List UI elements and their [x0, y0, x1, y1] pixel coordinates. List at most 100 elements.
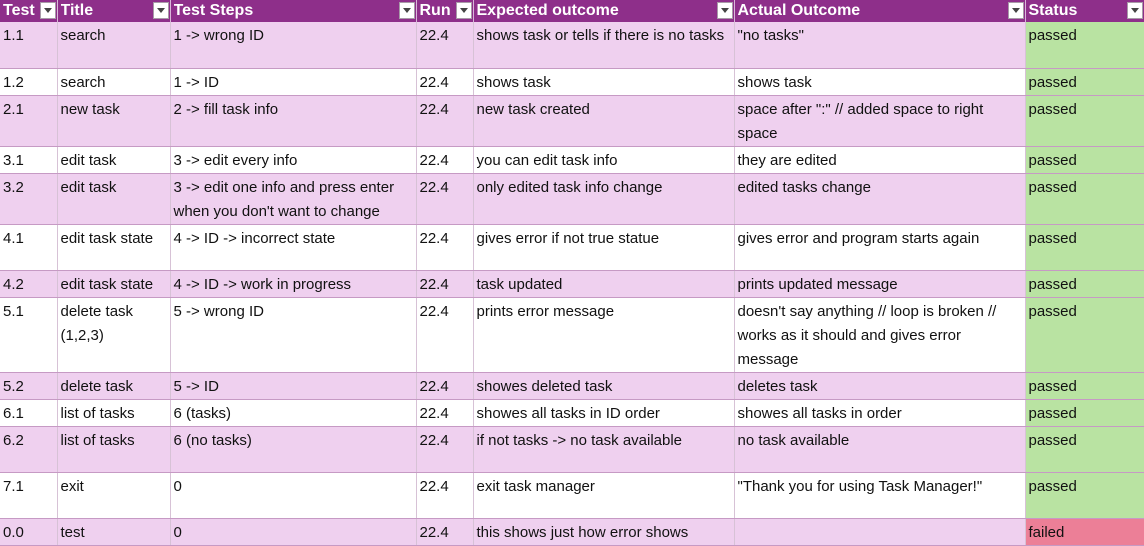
run-cell[interactable]: 22.4 [416, 372, 474, 400]
expected-outcome-cell[interactable]: showes all tasks in ID order [473, 399, 735, 427]
title-cell[interactable]: exit [57, 472, 171, 519]
actual-outcome-cell[interactable]: deletes task [734, 372, 1026, 400]
expected-outcome-cell[interactable]: this shows just how error shows [473, 518, 735, 546]
test-steps-cell[interactable]: 5 -> wrong ID [170, 297, 417, 373]
status-cell[interactable]: passed [1025, 399, 1144, 427]
header-test-id: Test ID [0, 0, 58, 22]
expected-outcome-cell[interactable]: shows task or tells if there is no tasks [473, 22, 735, 69]
test-steps-cell[interactable]: 0 [170, 472, 417, 519]
run-cell[interactable]: 22.4 [416, 22, 474, 69]
title-cell[interactable]: new task [57, 95, 171, 147]
run-cell[interactable]: 22.4 [416, 68, 474, 96]
actual-outcome-cell[interactable]: "Thank you for using Task Manager!" [734, 472, 1026, 519]
status-cell[interactable]: passed [1025, 224, 1144, 271]
title-cell[interactable]: delete task (1,2,3) [57, 297, 171, 373]
status-cell[interactable]: passed [1025, 95, 1144, 147]
status-cell[interactable]: passed [1025, 472, 1144, 519]
filter-dropdown-icon[interactable] [398, 2, 415, 19]
filter-dropdown-icon[interactable] [455, 2, 472, 19]
test-id-cell[interactable]: 5.2 [0, 372, 58, 400]
actual-outcome-cell[interactable]: shows task [734, 68, 1026, 96]
run-cell[interactable]: 22.4 [416, 224, 474, 271]
filter-dropdown-icon[interactable] [716, 2, 733, 19]
test-id-cell[interactable]: 3.2 [0, 173, 58, 225]
expected-outcome-cell[interactable]: task updated [473, 270, 735, 298]
expected-outcome-cell[interactable]: gives error if not true statue [473, 224, 735, 271]
status-cell[interactable]: passed [1025, 372, 1144, 400]
test-steps-cell[interactable]: 6 (no tasks) [170, 426, 417, 473]
title-cell[interactable]: search [57, 68, 171, 96]
expected-outcome-cell[interactable]: new task created [473, 95, 735, 147]
status-cell[interactable]: passed [1025, 22, 1144, 69]
test-steps-cell[interactable]: 4 -> ID -> incorrect state [170, 224, 417, 271]
filter-dropdown-icon[interactable] [1007, 2, 1024, 19]
title-cell[interactable]: edit task [57, 173, 171, 225]
test-id-cell[interactable]: 1.2 [0, 68, 58, 96]
title-cell[interactable]: edit task [57, 146, 171, 174]
test-steps-cell[interactable]: 4 -> ID -> work in progress [170, 270, 417, 298]
run-cell[interactable]: 22.4 [416, 270, 474, 298]
title-cell[interactable]: delete task [57, 372, 171, 400]
test-steps-cell[interactable]: 3 -> edit one info and press enter when … [170, 173, 417, 225]
title-cell[interactable]: search [57, 22, 171, 69]
run-cell[interactable]: 22.4 [416, 399, 474, 427]
test-steps-cell[interactable]: 0 [170, 518, 417, 546]
status-cell[interactable]: passed [1025, 426, 1144, 473]
expected-outcome-cell[interactable]: shows task [473, 68, 735, 96]
actual-outcome-cell[interactable]: space after ":" // added space to right … [734, 95, 1026, 147]
expected-outcome-cell[interactable]: if not tasks -> no task available [473, 426, 735, 473]
run-cell[interactable]: 22.4 [416, 173, 474, 225]
run-cell[interactable]: 22.4 [416, 146, 474, 174]
run-cell[interactable]: 22.4 [416, 426, 474, 473]
test-id-cell[interactable]: 6.2 [0, 426, 58, 473]
header-row: Test ID Title Test Steps Run Expected ou… [0, 0, 1144, 22]
actual-outcome-cell[interactable]: doesn't say anything // loop is broken /… [734, 297, 1026, 373]
test-steps-cell[interactable]: 1 -> wrong ID [170, 22, 417, 69]
test-id-cell[interactable]: 0.0 [0, 518, 58, 546]
test-id-cell[interactable]: 4.1 [0, 224, 58, 271]
expected-outcome-cell[interactable]: only edited task info change [473, 173, 735, 225]
expected-outcome-cell[interactable]: showes deleted task [473, 372, 735, 400]
expected-outcome-cell[interactable]: you can edit task info [473, 146, 735, 174]
test-id-cell[interactable]: 6.1 [0, 399, 58, 427]
test-steps-cell[interactable]: 5 -> ID [170, 372, 417, 400]
test-id-cell[interactable]: 2.1 [0, 95, 58, 147]
test-id-cell[interactable]: 5.1 [0, 297, 58, 373]
run-cell[interactable]: 22.4 [416, 95, 474, 147]
title-cell[interactable]: list of tasks [57, 426, 171, 473]
expected-outcome-cell[interactable]: exit task manager [473, 472, 735, 519]
status-cell[interactable]: failed [1025, 518, 1144, 546]
test-id-cell[interactable]: 7.1 [0, 472, 58, 519]
status-cell[interactable]: passed [1025, 297, 1144, 373]
filter-dropdown-icon[interactable] [39, 2, 56, 19]
run-cell[interactable]: 22.4 [416, 472, 474, 519]
status-cell[interactable]: passed [1025, 173, 1144, 225]
actual-outcome-cell[interactable]: gives error and program starts again [734, 224, 1026, 271]
test-id-cell[interactable]: 3.1 [0, 146, 58, 174]
actual-outcome-cell[interactable]: "no tasks" [734, 22, 1026, 69]
expected-outcome-cell[interactable]: prints error message [473, 297, 735, 373]
test-steps-cell[interactable]: 2 -> fill task info [170, 95, 417, 147]
filter-dropdown-icon[interactable] [152, 2, 169, 19]
actual-outcome-cell[interactable]: showes all tasks in order [734, 399, 1026, 427]
actual-outcome-cell[interactable]: no task available [734, 426, 1026, 473]
test-id-cell[interactable]: 1.1 [0, 22, 58, 69]
actual-outcome-cell[interactable] [734, 518, 1026, 546]
title-cell[interactable]: edit task state [57, 270, 171, 298]
status-cell[interactable]: passed [1025, 146, 1144, 174]
actual-outcome-cell[interactable]: prints updated message [734, 270, 1026, 298]
status-cell[interactable]: passed [1025, 270, 1144, 298]
title-cell[interactable]: list of tasks [57, 399, 171, 427]
title-cell[interactable]: test [57, 518, 171, 546]
test-steps-cell[interactable]: 6 (tasks) [170, 399, 417, 427]
run-cell[interactable]: 22.4 [416, 518, 474, 546]
actual-outcome-cell[interactable]: they are edited [734, 146, 1026, 174]
test-steps-cell[interactable]: 3 -> edit every info [170, 146, 417, 174]
title-cell[interactable]: edit task state [57, 224, 171, 271]
filter-dropdown-icon[interactable] [1126, 2, 1143, 19]
status-cell[interactable]: passed [1025, 68, 1144, 96]
test-id-cell[interactable]: 4.2 [0, 270, 58, 298]
test-steps-cell[interactable]: 1 -> ID [170, 68, 417, 96]
run-cell[interactable]: 22.4 [416, 297, 474, 373]
actual-outcome-cell[interactable]: edited tasks change [734, 173, 1026, 225]
